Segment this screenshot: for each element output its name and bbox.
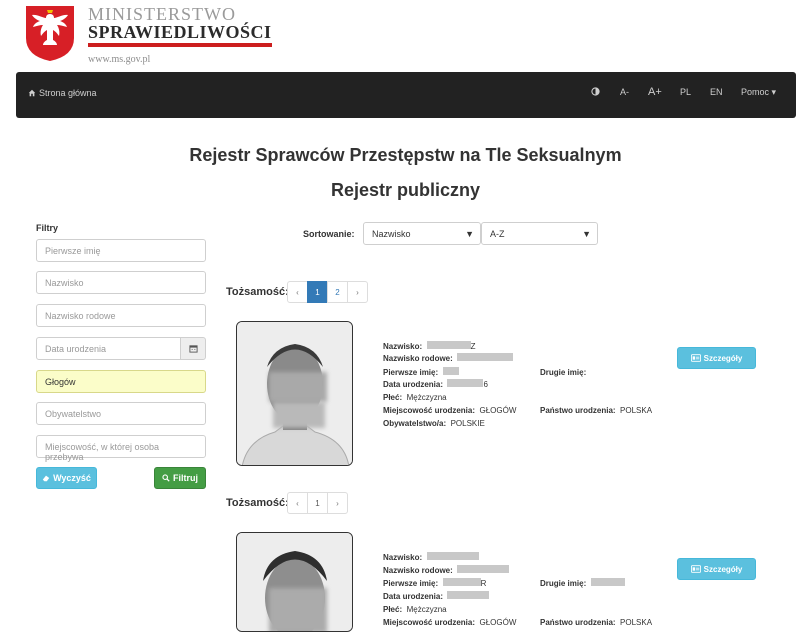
next-page-button[interactable]: › xyxy=(347,281,368,303)
redacted-value xyxy=(457,352,514,361)
second-name-label: Drugie imię: xyxy=(540,368,587,377)
second-name-row: Drugie imię: xyxy=(540,573,625,591)
citizenship-value: POLSKIE xyxy=(450,419,485,428)
citizenship-label: Obywatelstwo/a: xyxy=(383,419,447,428)
redacted-value xyxy=(590,577,625,586)
nav-home-link[interactable]: Strona główna xyxy=(28,88,97,98)
id-card-icon xyxy=(690,354,701,362)
clear-button[interactable]: Wyczyść xyxy=(36,467,97,489)
person-photo xyxy=(236,321,353,466)
redacted-value xyxy=(442,577,481,586)
citizenship-row: Obywatelstwo/a: POLSKIE xyxy=(383,413,485,431)
filter-button[interactable]: Filtruj xyxy=(154,467,206,489)
details-button[interactable]: Szczegóły xyxy=(677,347,756,369)
calendar-icon xyxy=(188,345,198,353)
contrast-icon xyxy=(591,87,600,96)
birth-date-value: 6 xyxy=(483,380,488,389)
second-name-row: Drugie imię: xyxy=(540,362,586,380)
details-button-label: Szczegóły xyxy=(703,564,743,574)
second-name-label: Drugie imię: xyxy=(540,579,587,588)
contrast-toggle[interactable] xyxy=(591,87,600,98)
redacted-value xyxy=(447,378,484,387)
home-icon xyxy=(28,89,36,97)
font-larger-button[interactable]: A+ xyxy=(648,86,662,98)
id-card-icon xyxy=(690,565,701,573)
citizenship-input[interactable]: Obywatelstwo xyxy=(36,402,206,425)
search-icon xyxy=(162,474,170,482)
filters-heading: Filtry xyxy=(36,223,59,233)
logo-line-2: SPRAWIEDLIWOŚCI xyxy=(88,22,272,42)
polish-eagle-emblem-icon xyxy=(26,6,74,61)
birth-date-input[interactable]: Data urodzenia xyxy=(36,337,181,360)
redacted-value xyxy=(447,590,490,599)
logo-url: www.ms.gov.pl xyxy=(88,54,151,65)
surname-input[interactable]: Nazwisko xyxy=(36,271,206,294)
sort-order-value: A-Z xyxy=(490,229,505,239)
birth-country-row: Państwo urodzenia: POLSKA xyxy=(540,400,652,418)
prev-page-button[interactable]: ‹ xyxy=(287,492,308,514)
page-1-button[interactable]: 1 xyxy=(307,492,328,514)
birth-country-value: POLSKA xyxy=(620,406,653,415)
sort-label: Sortowanie: xyxy=(303,229,355,239)
identity-pagination: ‹ 1 › xyxy=(287,492,348,514)
page-1-button[interactable]: 1 xyxy=(307,281,328,303)
caret-down-icon: ▼ xyxy=(465,229,474,239)
birth-country-row: Państwo urodzenia: POLSKA xyxy=(540,612,652,630)
lang-en-link[interactable]: EN xyxy=(710,87,723,97)
next-page-button[interactable]: › xyxy=(327,492,348,514)
caret-down-icon: ▾ xyxy=(771,87,777,97)
identity-label: Tożsamość: xyxy=(226,497,289,509)
redacted-value xyxy=(457,564,510,573)
residence-input[interactable]: Miejscowość, w której osoba przebywa xyxy=(36,435,206,462)
birth-place-row: Miejscowość urodzenia: GŁOGÓW xyxy=(383,612,516,630)
details-button[interactable]: Szczegóły xyxy=(677,558,756,580)
eraser-icon xyxy=(42,475,50,482)
nav-home-label: Strona główna xyxy=(39,88,97,98)
details-button-label: Szczegóły xyxy=(703,353,743,363)
ministry-logo[interactable]: MINISTERSTWO SPRAWIEDLIWOŚCI www.ms.gov.… xyxy=(24,4,284,68)
sort-field-select[interactable]: Nazwisko ▼ xyxy=(363,222,481,245)
font-smaller-button[interactable]: A- xyxy=(620,87,629,97)
caret-down-icon: ▼ xyxy=(582,229,591,239)
top-navbar: Strona główna A- A+ PL EN Pomoc ▾ xyxy=(16,72,796,118)
page-2-button[interactable]: 2 xyxy=(327,281,348,303)
help-dropdown[interactable]: Pomoc ▾ xyxy=(741,87,776,98)
city-input[interactable]: Głogów xyxy=(36,370,206,393)
sort-field-value: Nazwisko xyxy=(372,229,411,239)
birth-date-field: Data urodzenia xyxy=(36,337,206,360)
help-label: Pomoc xyxy=(741,87,770,97)
page-title: Rejestr Sprawców Przestępstw na Tle Seks… xyxy=(189,145,622,165)
redacted-value xyxy=(426,551,479,560)
identity-label: Tożsamość: xyxy=(226,286,289,298)
filter-button-label: Filtruj xyxy=(173,473,198,483)
family-name-input[interactable]: Nazwisko rodowe xyxy=(36,304,206,327)
clear-button-label: Wyczyść xyxy=(53,473,91,483)
identity-pagination: ‹ 1 2 › xyxy=(287,281,368,303)
page-subtitle: Rejestr publiczny xyxy=(330,180,481,200)
birth-country-label: Państwo urodzenia: xyxy=(540,406,616,415)
calendar-button[interactable] xyxy=(180,337,206,360)
sort-order-select[interactable]: A-Z ▼ xyxy=(481,222,598,245)
first-name-input[interactable]: Pierwsze imię xyxy=(36,239,206,262)
logo-divider xyxy=(88,43,272,47)
person-photo xyxy=(236,532,353,632)
lang-pl-link[interactable]: PL xyxy=(680,87,691,97)
prev-page-button[interactable]: ‹ xyxy=(287,281,308,303)
birth-place-value: GŁOGÓW xyxy=(479,406,517,415)
